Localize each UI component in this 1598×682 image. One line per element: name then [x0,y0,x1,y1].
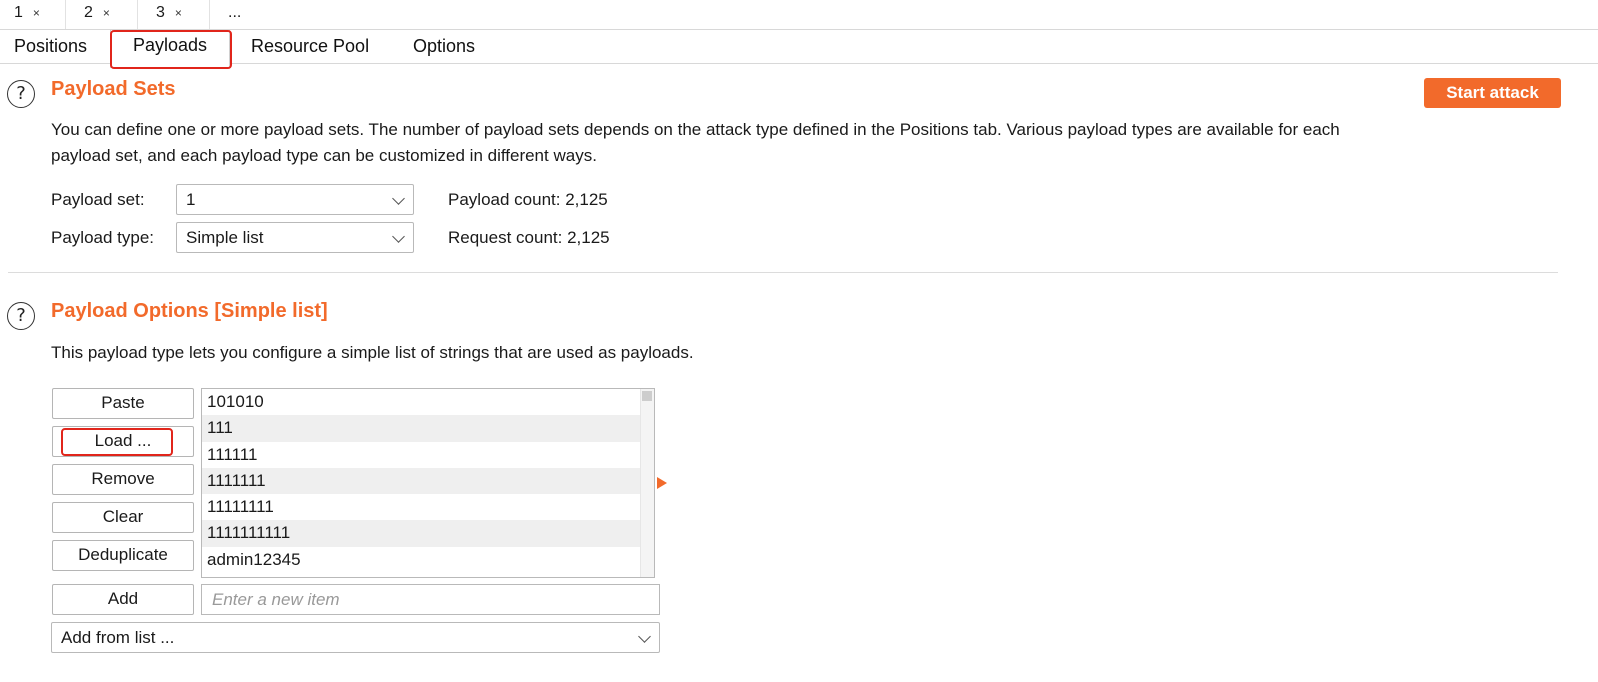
add-from-list-select[interactable]: Add from list ... [51,622,660,653]
section-divider [8,272,1558,273]
payload-options-description: This payload type lets you configure a s… [51,343,694,362]
chevron-down-icon [392,192,405,205]
chevron-down-icon [638,630,651,643]
deduplicate-button[interactable]: Deduplicate [52,540,194,571]
payload-count: Payload count: 2,125 [448,190,608,209]
list-item[interactable]: 1111111111 [202,520,641,547]
payload-sets-description-line2: payload set, and each payload type can b… [51,146,597,165]
payload-set-select[interactable]: 1 [176,184,414,215]
payload-type-value: Simple list [186,228,264,247]
payload-sets-description-line1: You can define one or more payload sets.… [51,120,1340,139]
request-tab-3[interactable]: 3 × [142,0,210,30]
request-tab-more[interactable]: ... [214,0,262,30]
payload-type-label: Payload type: [51,228,155,247]
intruder-sub-tabs: Positions Payloads Resource Pool Options [0,30,1598,68]
payload-type-select[interactable]: Simple list [176,222,414,253]
list-scrollbar[interactable] [640,389,654,577]
remove-button[interactable]: Remove [52,464,194,495]
close-icon[interactable]: × [33,6,40,20]
load-button-highlight [61,428,173,456]
chevron-down-icon [392,230,405,243]
list-item[interactable]: 111111 [202,442,641,468]
request-tab-2[interactable]: 2 × [70,0,138,30]
payload-set-label: Payload set: [51,190,145,209]
clear-button[interactable]: Clear [52,502,194,533]
paste-button[interactable]: Paste [52,388,194,419]
tab-resource-pool[interactable]: Resource Pool [251,36,369,57]
help-icon[interactable]: ? [7,80,35,108]
scroll-thumb[interactable] [642,391,652,401]
payload-options-title: Payload Options [Simple list] [51,300,328,322]
expand-arrow-icon[interactable] [657,477,667,489]
close-icon[interactable]: × [175,6,182,20]
help-icon[interactable]: ? [7,302,35,330]
list-item[interactable]: admin12345 [202,547,641,573]
payload-list[interactable]: 101010 111 111111 1111111 11111111 11111… [201,388,655,578]
tab-options[interactable]: Options [413,36,475,57]
more-tabs-label: ... [228,4,242,21]
request-tab-label: 1 [14,4,23,21]
request-tab-label: 3 [156,4,165,21]
payloads-tab-highlight [110,30,232,69]
request-tab-label: 2 [84,4,93,21]
tab-divider [0,63,1598,64]
request-tabs: 1 × 2 × 3 × ... [0,0,1598,30]
request-count: Request count: 2,125 [448,228,610,247]
add-from-list-value: Add from list ... [61,628,175,647]
close-icon[interactable]: × [103,6,110,20]
payload-set-value: 1 [186,190,196,209]
list-item[interactable]: 101010 [202,389,641,415]
payload-sets-title: Payload Sets [51,78,176,100]
list-item[interactable]: 1111111 [202,467,641,495]
list-item[interactable]: 11111111 [202,494,641,520]
add-button[interactable]: Add [52,584,194,615]
tab-positions[interactable]: Positions [14,36,87,57]
new-item-input[interactable]: Enter a new item [201,584,660,615]
request-tab-1[interactable]: 1 × [0,0,66,30]
start-attack-button[interactable]: Start attack [1424,78,1561,108]
list-item[interactable]: 111 [202,415,641,442]
